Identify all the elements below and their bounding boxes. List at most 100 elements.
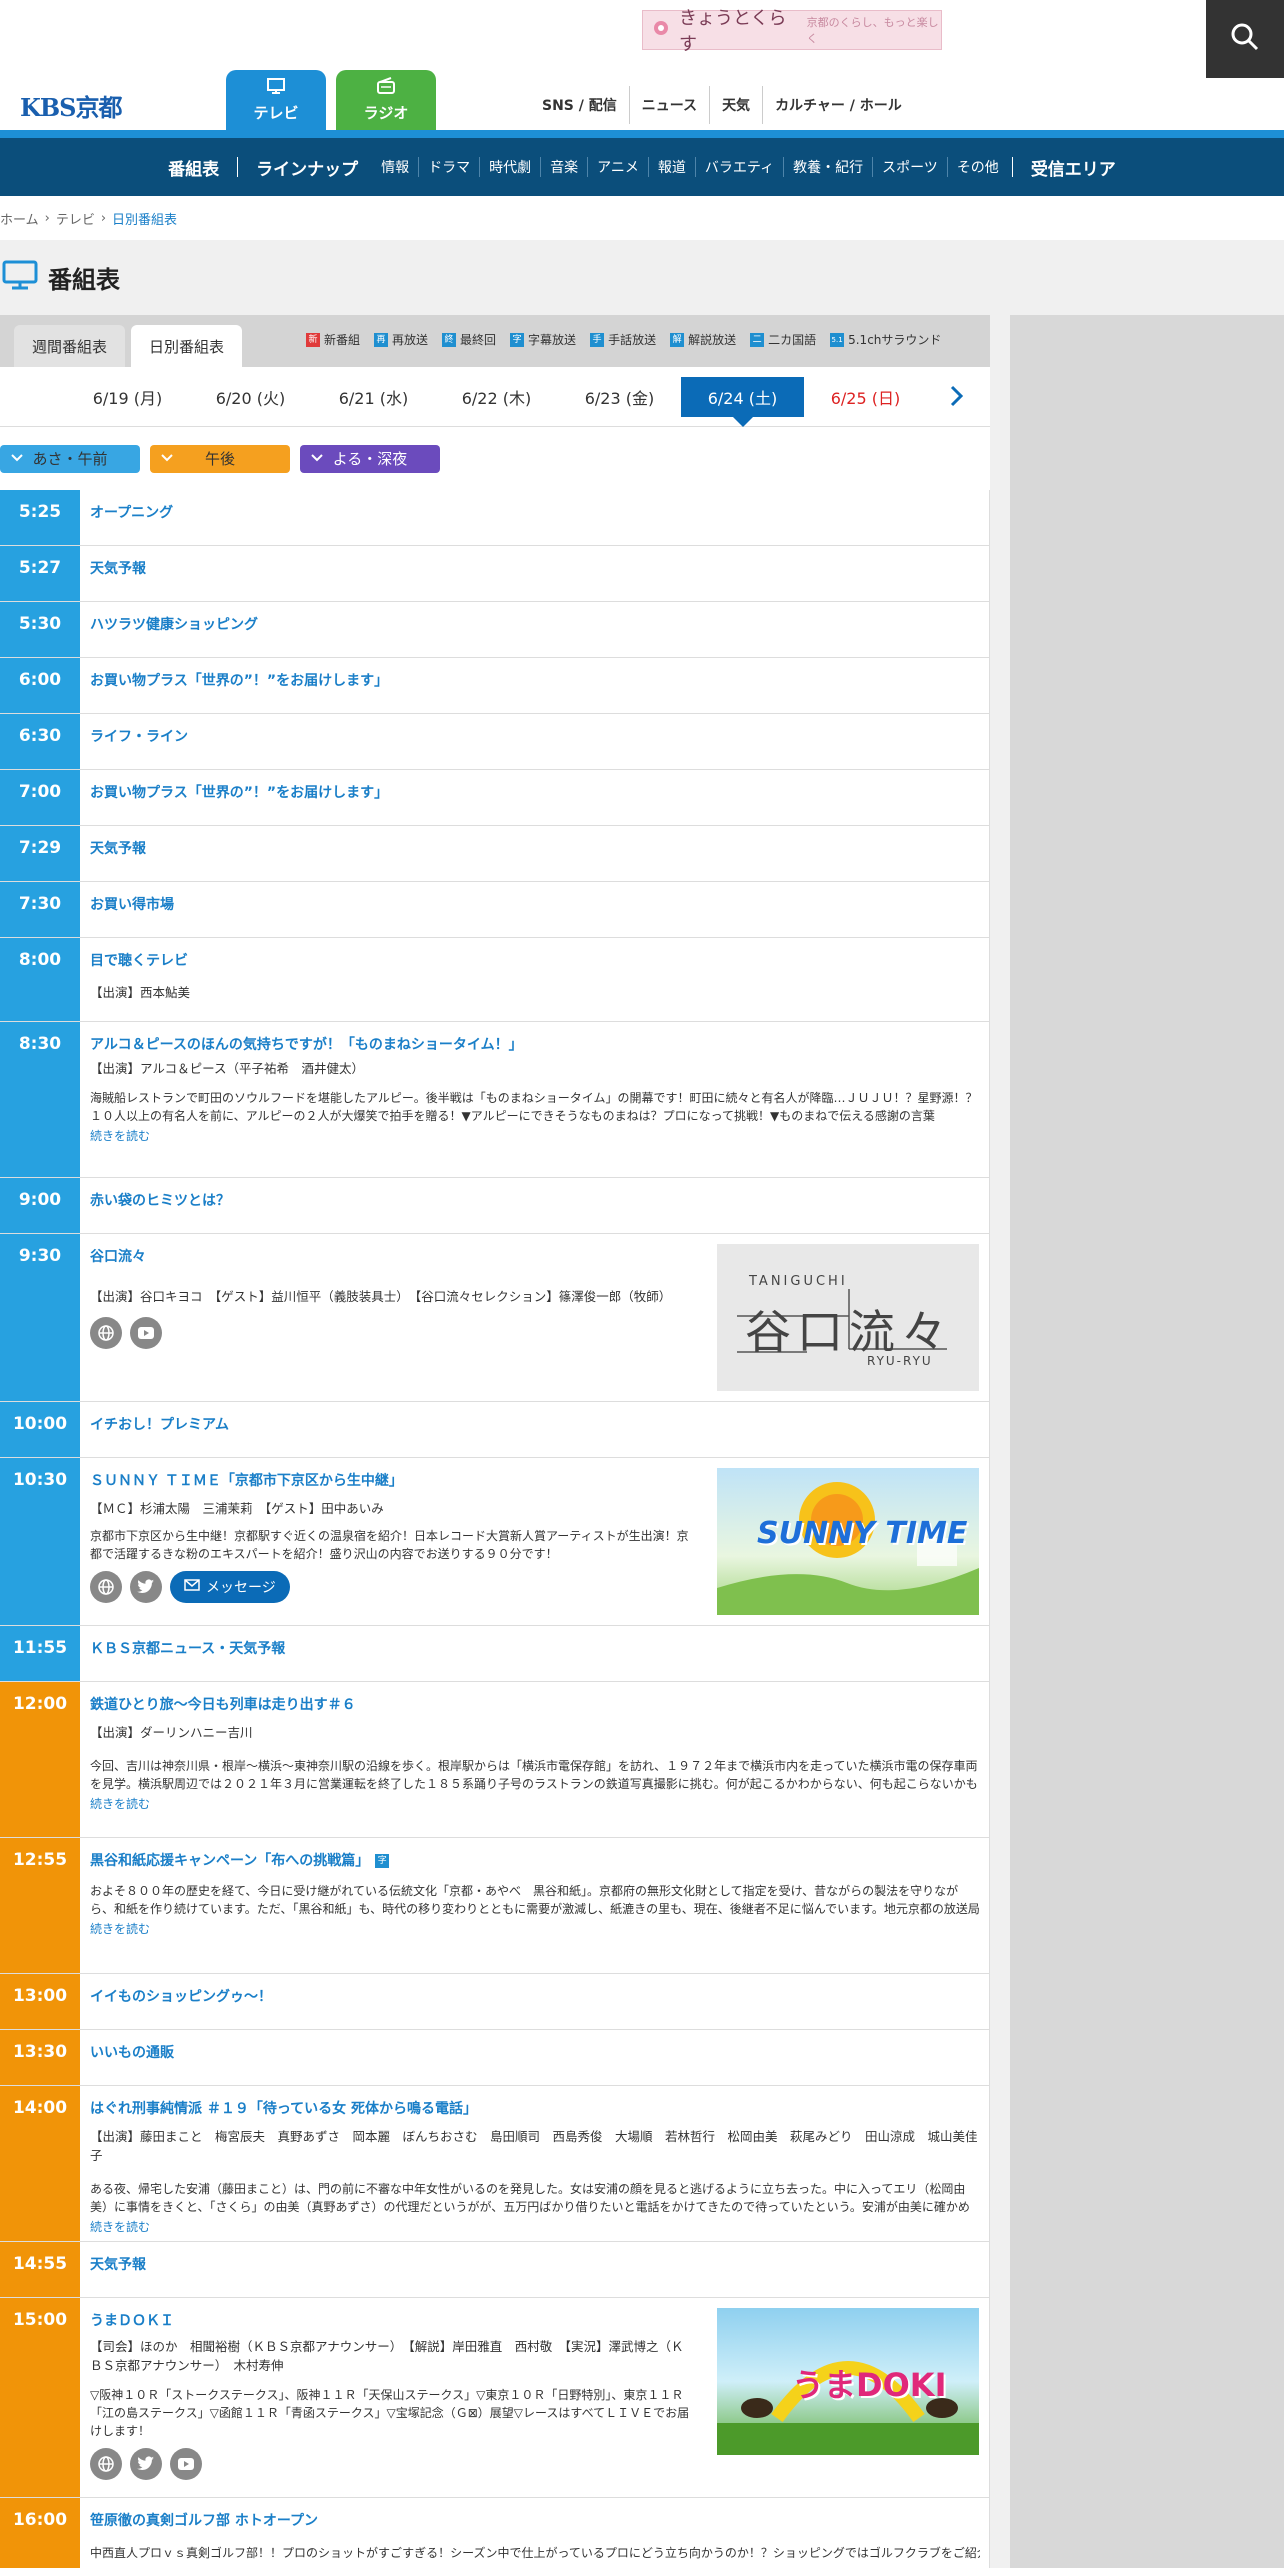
nav-lineup[interactable]: ラインナップ [242,155,372,180]
program-title[interactable]: お買い得市場 [90,897,174,913]
read-more-link[interactable]: 続きを読む [90,1797,150,1811]
program-title[interactable]: 赤い袋のヒミツとは？ [90,1193,230,1209]
kbs-logo[interactable]: KBS京都 [20,88,122,123]
search-button[interactable] [1206,0,1284,78]
program-title[interactable]: 天気予報 [90,2257,146,2273]
youtube-icon[interactable] [130,1317,162,1349]
program-cast: 【ＭＣ】杉浦太陽 三浦茉莉 【ゲスト】田中あいみ [90,1501,384,1516]
twitter-icon[interactable] [130,1571,162,1603]
tab-radio[interactable]: ラジオ [336,70,436,130]
legend-surround-label: 5.1chサラウンド [848,333,942,347]
filter-night[interactable]: よる・深夜 [300,444,440,473]
program-cast: 【出演】谷口キヨコ 【ゲスト】益川恒平（義肢装具士） 【谷口流々セレクション】篠… [90,1289,672,1304]
tab-weekly[interactable]: 週間番組表 [14,325,126,367]
link-news[interactable]: ニュース [628,86,709,124]
message-button[interactable]: メッセージ [170,1571,290,1603]
filter-morning[interactable]: あさ・午前 [0,444,140,473]
program-title[interactable]: 笹原徹の真剣ゴルフ部 ホトオープン [90,2513,318,2529]
nav-genre-news[interactable]: 報道 [647,157,695,177]
tab-tv-label: テレビ [253,104,299,122]
read-more-link[interactable]: 続きを読む [90,1922,150,1936]
program-title[interactable]: いいもの通販 [90,2045,174,2061]
chevron-right-icon[interactable] [950,385,964,411]
globe-icon[interactable] [90,2447,122,2480]
program-cell: 鉄道ひとり旅～今日も列車は走り出す＃６ 【出演】ダーリンハニー吉川 今回、吉川は神奈… [80,1682,990,1837]
program-row: 15:00 うまＤＯＫＩ 【司会】ほのか 相聞裕樹（ＫＢＳ京都アナウンサー） 【… [0,2298,990,2498]
subtitle-badge: 字 [375,1853,390,1868]
program-title[interactable]: イチおし！プレミアム [90,1417,229,1433]
nav-genre-drama[interactable]: ドラマ [418,157,479,177]
date-0623[interactable]: 6/23 (金) [558,377,681,417]
read-more-link[interactable]: 続きを読む [90,1129,150,1143]
program-cell: 天気予報 [80,826,989,881]
legend-rerun-mark: 再 [374,332,389,347]
nav-genre-other[interactable]: その他 [946,157,1008,177]
program-time: 7:29 [0,826,80,881]
chevron-down-icon [310,451,324,469]
breadcrumb-tv[interactable]: テレビ [56,209,95,228]
legend-bilingual-mark: 二 [750,332,765,347]
nav-genre-jidaigeki[interactable]: 時代劇 [479,157,540,177]
twitter-icon[interactable] [130,2447,162,2480]
read-more-link[interactable]: 続きを読む [90,2220,150,2234]
program-title[interactable]: 谷口流々 [90,1249,146,1265]
link-weather[interactable]: 天気 [709,86,762,124]
legend-new: 新新番組 [306,331,360,348]
program-cell: 目で聴くテレビ 【出演】西本鮎美 [80,938,989,1021]
nav-genre-music[interactable]: 音楽 [540,157,587,177]
program-row: 11:55 ＫＢＳ京都ニュース・天気予報 [0,1626,990,1682]
date-0622[interactable]: 6/22 (木) [435,377,558,417]
date-0621[interactable]: 6/21 (水) [312,377,435,417]
tab-daily[interactable]: 日別番組表 [131,325,243,367]
globe-icon[interactable] [90,1317,122,1349]
legend-sign-label: 手話放送 [608,333,657,347]
program-row: 10:00 イチおし！プレミアム [0,1402,990,1458]
kyotokurasu-banner[interactable]: きょうとくらす 京都のくらし、もっと楽しく [642,8,942,55]
tab-tv[interactable]: テレビ [226,70,326,130]
nav-genre-info[interactable]: 情報 [372,157,418,177]
program-thumbnail: SUNNY TIME [717,1468,979,1615]
top-links: SNS / 配信 ニュース 天気 カルチャー / ホール [530,86,914,124]
nav-genre-culture[interactable]: 教養・紀行 [783,157,872,177]
program-title[interactable]: お買い物プラス「世界の”！”をお届けします」 [90,673,388,689]
program-title[interactable]: 鉄道ひとり旅～今日も列車は走り出す＃６ [90,1697,356,1713]
program-title[interactable]: 天気予報 [90,561,146,577]
filter-afternoon[interactable]: 午後 [150,444,290,473]
program-title[interactable]: 天気予報 [90,841,146,857]
date-0625[interactable]: 6/25 (日) [804,377,927,417]
globe-icon[interactable] [90,1571,122,1603]
legend: 新新番組 再再放送 終最終回 字字幕放送 手手話放送 解解説放送 二二カ国語 5… [306,331,941,348]
program-title[interactable]: ハツラツ健康ショッピング [90,617,258,633]
nav-genre-variety[interactable]: バラエティ [694,157,783,177]
program-title[interactable]: ＫＢＳ京都ニュース・天気予報 [90,1641,285,1657]
program-row: 9:00 赤い袋のヒミツとは？ [0,1178,990,1234]
nav-genre-sports[interactable]: スポーツ [872,157,947,177]
breadcrumb-home[interactable]: ホーム [0,209,39,228]
nav-area[interactable]: 受信エリア [1017,155,1130,180]
nav-genre-anime[interactable]: アニメ [587,157,648,177]
program-title[interactable]: イイものショッピングゥ～！ [90,1989,272,2005]
date-0619[interactable]: 6/19 (月) [66,377,189,417]
program-row: 7:29 天気予報 [0,826,990,882]
breadcrumb-current[interactable]: 日別番組表 [112,209,177,228]
program-title[interactable]: ＳＵＮＮＹ ＴＩＭＥ「京都市下京区から生中継」 [90,1473,403,1489]
nav-bangumi[interactable]: 番組表 [154,155,233,180]
program-title[interactable]: 目で聴くテレビ [90,953,188,969]
date-0620[interactable]: 6/20 (火) [189,377,312,417]
program-title[interactable]: 黒谷和紙応援キャンペーン「布への挑戦篇」 [90,1853,369,1869]
program-cell: 赤い袋のヒミツとは？ [80,1178,989,1233]
youtube-icon[interactable] [170,2447,202,2480]
program-cell: お買い物プラス「世界の”！”をお届けします」 [80,658,989,713]
program-title[interactable]: はぐれ刑事純情派 ＃１９「待っている女 死体から鳴る電話」 [90,2101,477,2117]
legend-commentary: 解解説放送 [670,331,736,348]
program-title[interactable]: アルコ＆ピースのほんの気持ちですが！「ものまねショータイム！」 [90,1037,523,1053]
link-sns[interactable]: SNS / 配信 [530,86,629,124]
program-title[interactable]: ライフ・ライン [90,729,188,745]
program-title[interactable]: お買い物プラス「世界の”！”をお届けします」 [90,785,388,801]
link-culture[interactable]: カルチャー / ホール [762,86,914,124]
radio-icon [376,77,396,99]
program-title[interactable]: オープニング [90,505,173,521]
date-0624[interactable]: 6/24 (土) [681,376,804,427]
legend-surround-mark: 5.1 [830,332,845,347]
program-title[interactable]: うまＤＯＫＩ [90,2313,174,2329]
